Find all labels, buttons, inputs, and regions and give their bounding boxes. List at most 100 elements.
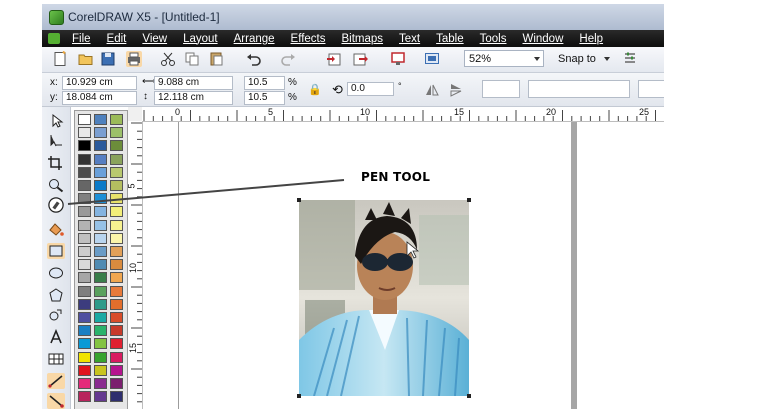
color-swatch[interactable] — [78, 232, 91, 244]
color-swatch[interactable] — [110, 114, 123, 125]
snap-to-button[interactable]: Snap to — [558, 53, 596, 65]
save-icon[interactable] — [100, 51, 116, 67]
menu-help[interactable]: Help — [571, 33, 611, 45]
welcome-screen-icon[interactable] — [424, 51, 440, 67]
color-swatch[interactable] — [110, 140, 123, 152]
color-swatch[interactable] — [94, 391, 107, 403]
color-swatch[interactable] — [110, 351, 123, 363]
selection-handle[interactable] — [297, 198, 301, 202]
color-swatch[interactable] — [94, 114, 107, 125]
dimension-tool-icon[interactable] — [47, 373, 65, 389]
color-swatch[interactable] — [110, 391, 123, 403]
color-swatch[interactable] — [110, 364, 123, 376]
selection-handle[interactable] — [467, 394, 471, 398]
color-swatch[interactable] — [94, 364, 107, 376]
color-swatch[interactable] — [78, 351, 91, 363]
color-swatch[interactable] — [110, 325, 123, 337]
new-document-icon[interactable] — [52, 51, 68, 67]
color-swatch[interactable] — [78, 140, 91, 152]
color-swatch[interactable] — [94, 259, 107, 271]
x-position-field[interactable]: 10.929 cm — [62, 76, 137, 90]
width-field[interactable]: 9.088 cm — [154, 76, 233, 90]
zoom-level-select[interactable]: 52% — [464, 50, 544, 67]
text-tool-icon[interactable] — [47, 329, 65, 345]
import-icon[interactable] — [326, 51, 342, 67]
placed-photo[interactable] — [299, 200, 469, 396]
color-swatch[interactable] — [110, 219, 123, 231]
color-swatch[interactable] — [110, 193, 123, 205]
pick-tool-icon[interactable] — [47, 113, 65, 129]
shape-tool-icon[interactable] — [47, 133, 65, 149]
open-folder-icon[interactable] — [78, 51, 94, 67]
color-swatch[interactable] — [78, 364, 91, 376]
table-tool-icon[interactable] — [47, 351, 65, 367]
color-swatch[interactable] — [78, 219, 91, 231]
color-swatch[interactable] — [78, 127, 91, 139]
menu-window[interactable]: Window — [514, 33, 571, 45]
menu-bitmaps[interactable]: Bitmaps — [333, 33, 391, 45]
color-swatch[interactable] — [78, 378, 91, 389]
color-swatch[interactable] — [78, 166, 91, 178]
color-swatch[interactable] — [94, 127, 107, 139]
color-swatch[interactable] — [94, 246, 107, 257]
selection-handle[interactable] — [467, 198, 471, 202]
color-swatch[interactable] — [110, 298, 123, 310]
color-swatch[interactable] — [78, 114, 91, 125]
outline-style-select[interactable] — [482, 80, 520, 98]
mirror-horizontal-icon[interactable] — [424, 82, 440, 98]
menu-text[interactable]: Text — [391, 33, 428, 45]
polygon-tool-icon[interactable] — [47, 287, 65, 303]
pen-tool-icon[interactable] — [47, 197, 65, 215]
scale-x-field[interactable]: 10.5 — [244, 76, 285, 90]
color-swatch[interactable] — [110, 272, 123, 284]
undo-icon[interactable] — [246, 51, 262, 67]
color-swatch[interactable] — [110, 127, 123, 139]
color-swatch[interactable] — [94, 206, 107, 218]
color-swatch[interactable] — [110, 378, 123, 389]
color-swatch[interactable] — [78, 338, 91, 350]
menu-table[interactable]: Table — [428, 33, 472, 45]
cut-icon[interactable] — [160, 51, 176, 67]
lock-ratio-icon[interactable]: 🔒 — [308, 83, 322, 96]
selection-handle[interactable] — [297, 394, 301, 398]
vertical-ruler[interactable]: 5 10 15 — [127, 121, 143, 409]
horizontal-ruler[interactable]: 0 5 10 15 20 25 — [142, 107, 664, 122]
color-swatch[interactable] — [94, 325, 107, 337]
color-swatch[interactable] — [94, 153, 107, 165]
color-swatch[interactable] — [110, 259, 123, 271]
color-swatch[interactable] — [94, 312, 107, 323]
connector-tool-icon[interactable] — [47, 393, 65, 409]
menu-layout[interactable]: Layout — [175, 33, 226, 45]
menu-arrange[interactable]: Arrange — [226, 33, 283, 45]
smart-fill-icon[interactable] — [47, 221, 65, 237]
ruler-origin[interactable] — [128, 107, 143, 122]
menu-tools[interactable]: Tools — [472, 33, 515, 45]
color-swatch[interactable] — [78, 193, 91, 205]
color-swatch[interactable] — [78, 206, 91, 218]
rectangle-tool-icon[interactable] — [47, 243, 65, 259]
color-swatch[interactable] — [94, 219, 107, 231]
height-field[interactable]: 12.118 cm — [154, 91, 233, 105]
color-swatch[interactable] — [94, 298, 107, 310]
color-swatch[interactable] — [78, 298, 91, 310]
color-swatch[interactable] — [78, 272, 91, 284]
rotation-field[interactable]: 0.0 — [347, 82, 394, 96]
color-swatch[interactable] — [110, 312, 123, 323]
menu-edit[interactable]: Edit — [99, 33, 135, 45]
color-swatch[interactable] — [94, 272, 107, 284]
color-swatch[interactable] — [94, 232, 107, 244]
color-swatch[interactable] — [110, 153, 123, 165]
basic-shapes-icon[interactable] — [47, 307, 65, 323]
application-launcher-icon[interactable] — [390, 51, 406, 67]
color-swatch[interactable] — [78, 391, 91, 403]
color-swatch[interactable] — [78, 285, 91, 297]
color-swatch[interactable] — [94, 351, 107, 363]
wrap-text-select[interactable] — [638, 80, 664, 98]
menu-file[interactable]: File — [64, 33, 99, 45]
color-swatch[interactable] — [110, 285, 123, 297]
color-swatch[interactable] — [78, 259, 91, 271]
export-icon[interactable] — [352, 51, 368, 67]
ellipse-tool-icon[interactable] — [47, 265, 65, 281]
color-swatch[interactable] — [94, 285, 107, 297]
color-swatch[interactable] — [94, 338, 107, 350]
